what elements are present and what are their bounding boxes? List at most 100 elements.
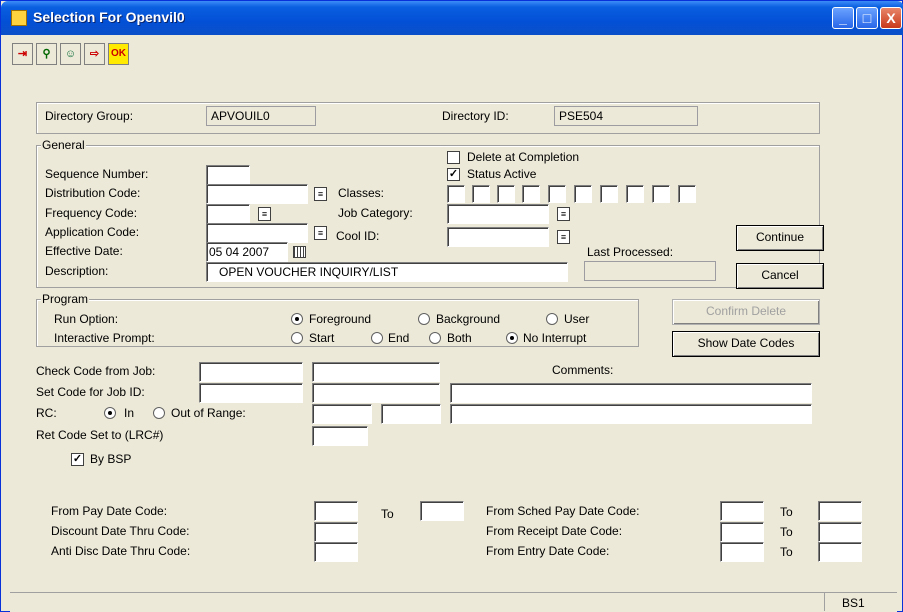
prompt-no-interrupt-radio[interactable] [506, 332, 518, 344]
door-icon[interactable]: ⇨ [84, 43, 105, 65]
distribution-code-label: Distribution Code: [45, 186, 141, 200]
directory-id-value: PSE504 [554, 106, 698, 126]
frequency-lookup-icon[interactable]: ≡ [258, 207, 271, 221]
class-box-4[interactable] [522, 185, 540, 203]
sequence-number-label: Sequence Number: [45, 167, 149, 181]
run-foreground-label: Foreground [309, 312, 372, 326]
from-sched-pay-label: From Sched Pay Date Code: [486, 504, 640, 518]
run-option-label: Run Option: [54, 312, 119, 326]
check-code-field-2[interactable] [312, 362, 440, 382]
distribution-lookup-icon[interactable]: ≡ [314, 187, 327, 201]
status-active-checkbox[interactable]: ✓ [447, 168, 460, 181]
to-sched-pay-field[interactable] [818, 501, 862, 521]
distribution-code-field[interactable] [206, 184, 308, 204]
class-box-1[interactable] [447, 185, 465, 203]
prompt-no-interrupt-label: No Interrupt [523, 331, 587, 345]
prompt-both-label: Both [447, 331, 472, 345]
rc-range-to-field[interactable] [381, 404, 441, 424]
cancel-button[interactable]: Cancel [736, 263, 824, 289]
delete-at-completion-label: Delete at Completion [467, 150, 580, 164]
rc-out-of-range-radio[interactable] [153, 407, 165, 419]
directory-group [36, 102, 820, 134]
description-field[interactable]: OPEN VOUCHER INQUIRY/LIST [206, 262, 568, 282]
to-receipt-field[interactable] [818, 522, 862, 542]
class-box-10[interactable] [678, 185, 696, 203]
comments-label: Comments: [552, 363, 614, 377]
directory-group-label: Directory Group: [45, 109, 134, 123]
interactive-prompt-label: Interactive Prompt: [54, 331, 155, 345]
from-receipt-field[interactable] [720, 522, 764, 542]
class-box-2[interactable] [472, 185, 490, 203]
class-box-6[interactable] [574, 185, 592, 203]
status-text: BS1 [842, 596, 865, 610]
ok-icon[interactable]: OK [108, 43, 129, 65]
show-date-codes-button[interactable]: Show Date Codes [672, 331, 820, 357]
status-divider [824, 593, 825, 611]
exit-icon[interactable]: ⇥ [12, 43, 33, 65]
from-pay-to-label: To [381, 507, 394, 521]
prompt-both-radio[interactable] [429, 332, 441, 344]
confirm-delete-button[interactable]: Confirm Delete [672, 299, 820, 325]
effective-date-field[interactable]: 05 04 2007 [206, 242, 288, 262]
close-button[interactable]: X [880, 7, 902, 29]
class-box-9[interactable] [652, 185, 670, 203]
application-lookup-icon[interactable]: ≡ [314, 226, 327, 240]
anti-disc-date-field[interactable] [314, 542, 358, 562]
description-label: Description: [45, 264, 109, 278]
from-entry-field[interactable] [720, 542, 764, 562]
rc-in-radio[interactable] [104, 407, 116, 419]
continue-button[interactable]: Continue [736, 225, 824, 251]
ret-code-field[interactable] [312, 426, 368, 446]
frequency-code-field[interactable] [206, 204, 250, 224]
by-bsp-checkbox[interactable]: ✓ [71, 453, 84, 466]
to-entry-field[interactable] [818, 542, 862, 562]
title-bar[interactable]: Selection For Openvil0 _ □ X [1, 1, 903, 35]
prompt-start-radio[interactable] [291, 332, 303, 344]
tree-icon[interactable]: ⚲ [36, 43, 57, 65]
job-category-field[interactable] [447, 204, 549, 224]
set-code-field-1[interactable] [199, 383, 303, 403]
cool-id-lookup-icon[interactable]: ≡ [557, 230, 570, 244]
people-icon[interactable]: ☺ [60, 43, 81, 65]
calendar-icon[interactable] [293, 246, 306, 258]
comments-field-1[interactable] [450, 383, 812, 403]
run-foreground-radio[interactable] [291, 313, 303, 325]
rc-range-from-field[interactable] [312, 404, 372, 424]
classes-label: Classes: [338, 186, 385, 200]
status-bar [10, 592, 897, 612]
class-box-5[interactable] [548, 185, 566, 203]
class-box-3[interactable] [497, 185, 515, 203]
last-processed-value [584, 261, 716, 281]
run-background-label: Background [436, 312, 501, 326]
application-code-field[interactable] [206, 223, 308, 243]
job-category-label: Job Category: [338, 206, 413, 220]
from-entry-label: From Entry Date Code: [486, 544, 610, 558]
maximize-button[interactable]: □ [856, 7, 878, 29]
comments-field-2[interactable] [450, 404, 812, 424]
from-sched-pay-field[interactable] [720, 501, 764, 521]
app-window: Selection For Openvil0 _ □ X ⇥ ⚲ ☺ ⇨ OK … [0, 0, 903, 612]
sched-to-label: To [780, 505, 793, 519]
set-code-field-2[interactable] [312, 383, 440, 403]
class-box-8[interactable] [626, 185, 644, 203]
cool-id-field[interactable] [447, 227, 549, 247]
prompt-end-radio[interactable] [371, 332, 383, 344]
from-pay-date-field[interactable] [314, 501, 358, 521]
sequence-number-field[interactable] [206, 165, 250, 185]
prompt-end-label: End [388, 331, 410, 345]
run-user-radio[interactable] [546, 313, 558, 325]
check-code-field-1[interactable] [199, 362, 303, 382]
general-group-title: General [41, 138, 86, 152]
minimize-button[interactable]: _ [832, 7, 854, 29]
application-code-label: Application Code: [45, 225, 140, 239]
rc-label: RC: [36, 406, 57, 420]
job-category-lookup-icon[interactable]: ≡ [557, 207, 570, 221]
frequency-code-label: Frequency Code: [45, 206, 138, 220]
run-background-radio[interactable] [418, 313, 430, 325]
app-icon [11, 10, 27, 26]
discount-date-field[interactable] [314, 522, 358, 542]
class-box-7[interactable] [600, 185, 618, 203]
to-pay-date-field[interactable] [420, 501, 464, 521]
delete-at-completion-checkbox[interactable] [447, 151, 460, 164]
prompt-start-label: Start [309, 331, 335, 345]
